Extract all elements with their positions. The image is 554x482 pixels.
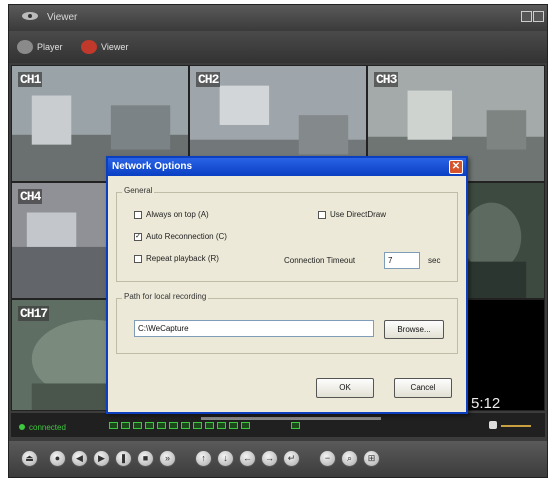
checkbox-box xyxy=(134,254,142,263)
connection-status: connected xyxy=(19,423,66,432)
channel-indicator[interactable] xyxy=(181,422,190,429)
connection-timeout-input[interactable]: 7 xyxy=(384,252,420,269)
ok-button[interactable]: OK xyxy=(316,378,374,398)
connection-timeout-label: Connection Timeout xyxy=(284,256,356,265)
player-icon xyxy=(17,40,33,54)
rewind-icon[interactable]: ◀ xyxy=(71,450,88,467)
record-icon[interactable]: ● xyxy=(49,450,66,467)
screen: Viewer Player Viewer CH1 CH2 CH3 CH4 CH1… xyxy=(0,0,554,482)
channel-label: CH1 xyxy=(18,72,43,87)
auto-reconnection-checkbox[interactable]: ✓ Auto Reconnection (C) xyxy=(134,232,227,241)
channel-indicator[interactable] xyxy=(145,422,154,429)
close-icon[interactable]: ✕ xyxy=(449,160,463,174)
channel-indicator[interactable] xyxy=(241,422,250,429)
pause-icon[interactable]: ❚ xyxy=(115,450,132,467)
player-mode-button[interactable]: Player xyxy=(17,38,63,56)
channel-label: CH2 xyxy=(196,72,221,87)
search-icon[interactable]: ⌕ xyxy=(341,450,358,467)
repeat-playback-checkbox[interactable]: Repeat playback (R) xyxy=(134,254,219,263)
split-view-icon[interactable]: ⊞ xyxy=(363,450,380,467)
viewer-window: Viewer Player Viewer CH1 CH2 CH3 CH4 CH1… xyxy=(8,4,548,478)
cancel-button[interactable]: Cancel xyxy=(394,378,452,398)
channel-indicator[interactable] xyxy=(193,422,202,429)
recording-path-input[interactable]: C:\WeCapture xyxy=(134,320,374,337)
use-directdraw-label: Use DirectDraw xyxy=(330,210,387,219)
network-options-dialog: Network Options ✕ General Always on top … xyxy=(106,156,468,414)
mode-bar: Player Viewer xyxy=(9,31,547,63)
minimize-icon[interactable] xyxy=(521,11,532,22)
window-title: Viewer xyxy=(47,12,78,23)
auto-reconnection-label: Auto Reconnection (C) xyxy=(146,232,227,241)
viewer-icon xyxy=(81,40,97,54)
channel-indicator[interactable] xyxy=(217,422,226,429)
checkbox-box xyxy=(318,210,326,219)
enter-icon[interactable]: ↵ xyxy=(283,450,300,467)
channel-indicator[interactable] xyxy=(291,422,300,429)
channel-indicator[interactable] xyxy=(169,422,178,429)
left-arrow-icon[interactable]: ← xyxy=(239,450,256,467)
zoom-out-icon[interactable]: − xyxy=(319,450,336,467)
channel-label: CH4 xyxy=(18,189,43,204)
channel-indicator[interactable] xyxy=(133,422,142,429)
playback-toolbar: ⏏ ● ◀ ▶ ❚ ■ » ↑ ↓ ← → ↵ − ⌕ ⊞ xyxy=(9,441,547,477)
timeout-unit: sec xyxy=(428,256,441,265)
viewer-mode-button[interactable]: Viewer xyxy=(81,38,128,56)
viewer-mode-label: Viewer xyxy=(101,42,129,52)
volume-icon[interactable] xyxy=(489,421,497,429)
checkbox-box xyxy=(134,210,142,219)
dialog-title: Network Options xyxy=(112,161,193,172)
general-group-label: General xyxy=(122,186,155,195)
fast-forward-icon[interactable]: » xyxy=(159,450,176,467)
close-icon[interactable] xyxy=(533,11,544,22)
always-on-top-checkbox[interactable]: Always on top (A) xyxy=(134,210,209,219)
dialog-title-bar[interactable]: Network Options ✕ xyxy=(108,158,466,176)
stop-icon[interactable]: ■ xyxy=(137,450,154,467)
right-arrow-icon[interactable]: → xyxy=(261,450,278,467)
volume-slider[interactable] xyxy=(501,425,531,427)
playback-track[interactable] xyxy=(201,417,381,420)
down-arrow-icon[interactable]: ↓ xyxy=(217,450,234,467)
eject-icon[interactable]: ⏏ xyxy=(21,450,38,467)
channel-indicator[interactable] xyxy=(121,422,130,429)
status-text: connected xyxy=(29,423,66,432)
browse-button[interactable]: Browse... xyxy=(384,320,444,339)
time-display: 5:12 xyxy=(471,395,501,412)
always-on-top-label: Always on top (A) xyxy=(146,210,209,219)
repeat-playback-label: Repeat playback (R) xyxy=(146,254,219,263)
player-mode-label: Player xyxy=(37,42,63,52)
status-dot-icon xyxy=(19,424,25,430)
play-icon[interactable]: ▶ xyxy=(93,450,110,467)
status-bar: connected xyxy=(11,413,545,437)
channel-indicator[interactable] xyxy=(205,422,214,429)
checkbox-box: ✓ xyxy=(134,232,142,241)
channel-indicator[interactable] xyxy=(109,422,118,429)
recording-group-label: Path for local recording xyxy=(122,292,209,301)
eye-logo-icon xyxy=(22,12,38,20)
title-bar[interactable]: Viewer xyxy=(9,5,547,31)
use-directdraw-checkbox[interactable]: Use DirectDraw xyxy=(318,210,386,219)
up-arrow-icon[interactable]: ↑ xyxy=(195,450,212,467)
channel-label: CH3 xyxy=(374,72,399,87)
channel-label: CH17 xyxy=(18,306,50,321)
channel-indicator[interactable] xyxy=(157,422,166,429)
channel-indicator[interactable] xyxy=(229,422,238,429)
